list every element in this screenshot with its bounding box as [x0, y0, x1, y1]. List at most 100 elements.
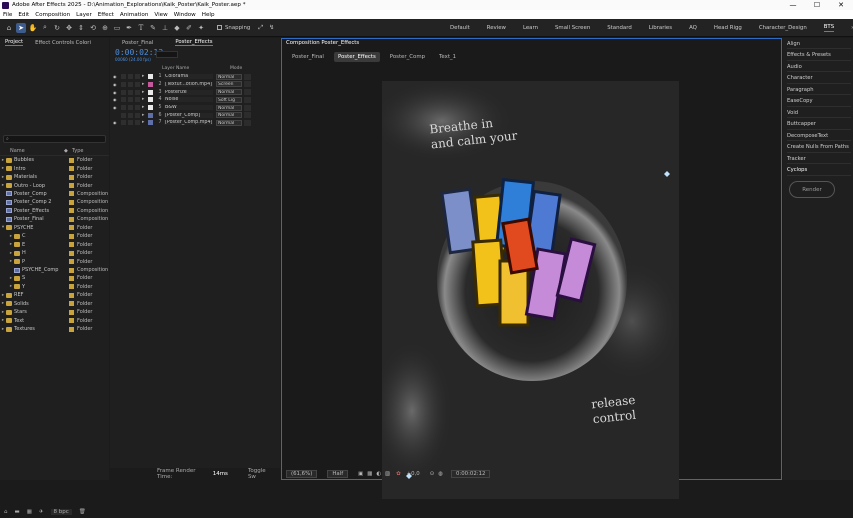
lock-switch[interactable]	[128, 105, 133, 111]
new-folder-icon[interactable]: ▬	[15, 509, 20, 515]
label-switch[interactable]	[135, 105, 140, 111]
solo-switch[interactable]	[121, 105, 126, 111]
layer-label-color[interactable]	[148, 97, 153, 103]
layer-label-color[interactable]	[148, 105, 153, 111]
project-item[interactable]: ▸ Textures Folder	[0, 325, 109, 333]
layer-row[interactable]: ▸ 6 [Poster_Comp] Normal	[110, 112, 273, 120]
workspace-character-design[interactable]: Character_Design	[759, 25, 807, 31]
project-item[interactable]: Poster_Effects Composition	[0, 207, 109, 215]
zoom-dropdown[interactable]: (61,6%)	[286, 470, 318, 478]
tab-poster-effects[interactable]: Poster_Effects	[175, 39, 213, 46]
layer-row[interactable]: ◉ ▸ 2 [Textur...otion.mp4] Screen	[110, 81, 273, 89]
project-item[interactable]: ▸ C Folder	[0, 232, 109, 240]
viewer-tab-poster-effects[interactable]: Poster_Effects	[333, 52, 380, 62]
layer-label-color[interactable]	[148, 112, 153, 118]
show-snapshot-icon[interactable]: ◍	[438, 471, 443, 477]
lock-switch[interactable]	[128, 120, 133, 126]
menu-animation[interactable]: Animation	[120, 12, 149, 18]
label-color-swatch[interactable]	[69, 208, 74, 214]
layer-name[interactable]: [Poster_Comp]	[164, 112, 213, 118]
panel-audio[interactable]: Audio	[787, 62, 851, 72]
menu-edit[interactable]: Edit	[18, 12, 29, 18]
layer-name[interactable]: Colorama	[164, 74, 213, 80]
label-switch[interactable]	[135, 112, 140, 118]
label-color-swatch[interactable]	[69, 284, 74, 290]
project-item[interactable]: ▸ Y Folder	[0, 283, 109, 291]
tab-effect-controls[interactable]: Effect Controls Colori	[35, 40, 91, 46]
render-button[interactable]: Render	[789, 181, 835, 198]
lock-switch[interactable]	[128, 89, 133, 95]
snapping-checkbox[interactable]	[217, 25, 222, 30]
rectangle-tool-icon[interactable]: ▭	[112, 23, 122, 33]
label-color-swatch[interactable]	[69, 242, 74, 248]
workspace-bts[interactable]: BTS	[823, 24, 835, 32]
label-switch[interactable]	[135, 89, 140, 95]
roi-icon[interactable]: ▣	[358, 471, 363, 477]
label-color-swatch[interactable]	[69, 250, 74, 256]
visibility-eye-icon[interactable]: ◉	[113, 74, 118, 79]
blend-mode-dropdown[interactable]: Soft Lig	[216, 96, 242, 103]
viewer-tab-text-1[interactable]: Text_1	[435, 52, 460, 62]
menu-effect[interactable]: Effect	[98, 12, 114, 18]
layer-row[interactable]: ◉ ▸ 1 Colorama Normal	[110, 73, 273, 81]
lock-switch[interactable]	[128, 97, 133, 103]
blend-mode-dropdown[interactable]: Normal	[216, 104, 242, 111]
selection-tool-icon[interactable]: ➤	[16, 22, 26, 33]
hand-tool-icon[interactable]: ✋	[28, 23, 38, 33]
layer-label-color[interactable]	[148, 74, 153, 80]
trash-icon[interactable]: 🗑	[79, 509, 86, 515]
maximize-button[interactable]: ☐	[805, 1, 829, 9]
viewer-timecode[interactable]: 0:00:02:12	[450, 470, 491, 478]
label-color-swatch[interactable]	[69, 267, 74, 273]
project-item[interactable]: Poster_Comp Composition	[0, 190, 109, 198]
column-type[interactable]: Type	[72, 148, 83, 155]
label-switch[interactable]	[135, 81, 140, 87]
roto-brush-tool-icon[interactable]: ✐	[184, 23, 194, 33]
blend-mode-dropdown[interactable]: Normal	[216, 73, 242, 80]
panel-easecopy[interactable]: EaseCopy	[787, 97, 851, 107]
tab-project[interactable]: Project	[5, 39, 24, 46]
minimize-button[interactable]: —	[781, 1, 805, 9]
snapshot-icon[interactable]: ⊙	[430, 471, 435, 477]
blend-mode-dropdown[interactable]: Normal	[216, 89, 242, 96]
label-color-swatch[interactable]	[69, 174, 74, 180]
exposure-value[interactable]: +0,0	[407, 471, 420, 477]
label-column-icon[interactable]: ◆	[64, 148, 72, 155]
panel-buttcapper[interactable]: Buttcapper	[787, 120, 851, 130]
new-comp-icon[interactable]: ▦	[27, 509, 32, 515]
panel-decomposetext[interactable]: DecomposeText	[787, 131, 851, 141]
workspace-standard[interactable]: Standard	[607, 25, 632, 31]
panel-create-nulls-from-paths[interactable]: Create Nulls From Paths	[787, 143, 851, 153]
project-item[interactable]: PSYCHE_Comp Composition	[0, 266, 109, 274]
visibility-eye-icon[interactable]: ◉	[113, 97, 118, 102]
blend-mode-dropdown[interactable]: Screen	[216, 81, 242, 88]
channels-icon[interactable]: ◐	[376, 471, 381, 477]
project-item[interactable]: Poster_Final Composition	[0, 215, 109, 223]
snapping-toggle[interactable]: Snapping ⤢ ↯	[217, 24, 274, 32]
layer-label-color[interactable]	[148, 120, 153, 126]
lock-switch[interactable]	[128, 112, 133, 118]
label-color-swatch[interactable]	[69, 157, 74, 163]
workspace-default[interactable]: Default	[450, 25, 470, 31]
column-name[interactable]: Name	[6, 148, 64, 155]
label-switch[interactable]	[135, 120, 140, 126]
home-icon[interactable]: ⌂	[4, 23, 14, 33]
label-color-swatch[interactable]	[69, 259, 74, 265]
label-color-swatch[interactable]	[69, 191, 74, 197]
workspace-review[interactable]: Review	[487, 25, 506, 31]
layer-row[interactable]: ◉ ▸ 4 Noise Soft Lig	[110, 96, 273, 104]
workspace-libraries[interactable]: Libraries	[649, 25, 672, 31]
layer-name[interactable]: [Poster_Comp.mp4]	[164, 120, 213, 126]
track-matte-switch[interactable]	[244, 119, 251, 126]
solo-switch[interactable]	[121, 97, 126, 103]
label-switch[interactable]	[135, 97, 140, 103]
pan-behind-tool-icon[interactable]: ⊕	[100, 23, 110, 33]
solo-switch[interactable]	[121, 89, 126, 95]
dolly-tool-icon[interactable]: ⇕	[76, 23, 86, 33]
layer-label-color[interactable]	[148, 89, 153, 95]
layer-name[interactable]: [Textur...otion.mp4]	[164, 81, 213, 87]
track-matte-switch[interactable]	[244, 73, 251, 80]
color-management-icon[interactable]: ✿	[396, 471, 401, 477]
label-color-swatch[interactable]	[69, 166, 74, 172]
label-color-swatch[interactable]	[69, 216, 74, 222]
